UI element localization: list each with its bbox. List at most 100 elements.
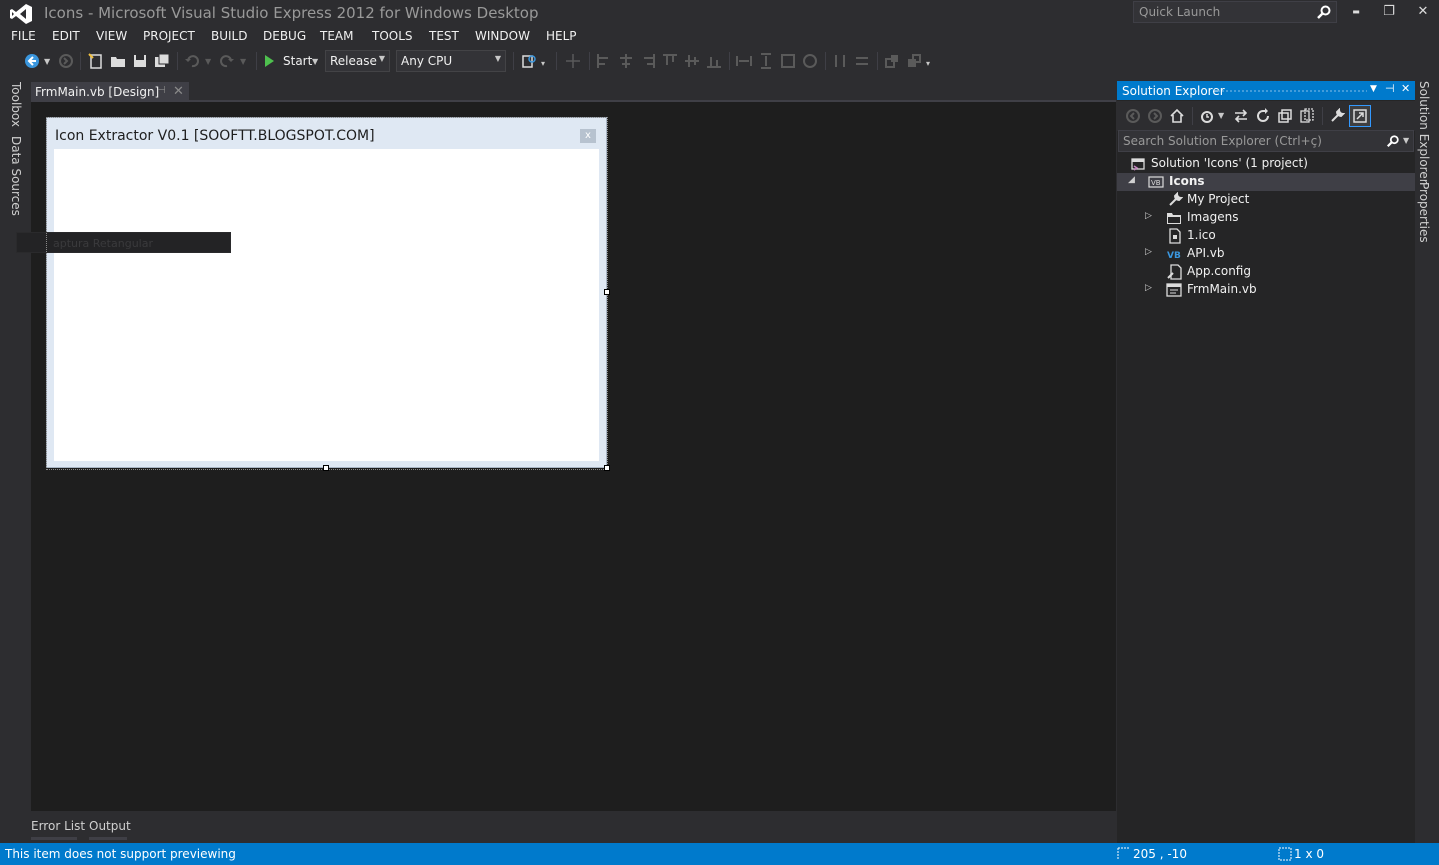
show-all-files-icon[interactable] bbox=[1299, 108, 1315, 124]
collapsed-arrow-icon[interactable]: ▷ bbox=[1145, 211, 1152, 221]
sync-with-document-icon[interactable] bbox=[1233, 108, 1249, 124]
tab-underline bbox=[31, 837, 77, 840]
search-options-dropdown-icon[interactable]: ▼ bbox=[1403, 136, 1409, 145]
form-client-area[interactable] bbox=[54, 149, 599, 461]
resize-handle-bottom-right[interactable] bbox=[604, 465, 610, 471]
align-bottoms-icon[interactable] bbox=[706, 53, 722, 69]
make-same-height-icon[interactable] bbox=[758, 53, 774, 69]
close-button[interactable]: ✕ bbox=[1409, 2, 1437, 22]
save-icon[interactable] bbox=[132, 53, 148, 69]
menu-view[interactable]: VIEW bbox=[96, 29, 127, 43]
form-designer-surface[interactable]: Icon Extractor V0.1 [SOOFTT.BLOGSPOT.COM… bbox=[31, 102, 1116, 811]
open-file-icon[interactable] bbox=[110, 53, 126, 69]
form-title: Icon Extractor V0.1 [SOOFTT.BLOGSPOT.COM… bbox=[55, 128, 375, 144]
tree-item-api-vb[interactable]: ▷ VB API.vb bbox=[1117, 245, 1415, 263]
position-icon bbox=[1117, 847, 1130, 860]
filter-dropdown-icon[interactable]: ▼ bbox=[1218, 111, 1234, 127]
properties-wrench-icon[interactable] bbox=[1329, 108, 1345, 124]
horizontal-spacing-icon[interactable] bbox=[832, 53, 848, 69]
search-icon[interactable] bbox=[1386, 134, 1400, 148]
tree-item-app-config[interactable]: App.config bbox=[1117, 263, 1415, 281]
tab-frmmain-design[interactable]: FrmMain.vb [Design] ⊣ ✕ bbox=[31, 82, 189, 100]
collapse-all-icon[interactable] bbox=[1277, 108, 1293, 124]
tree-item-solution[interactable]: Solution 'Icons' (1 project) bbox=[1117, 155, 1415, 173]
tree-item-1-ico[interactable]: 1.ico bbox=[1117, 227, 1415, 245]
auto-hide-pin-icon[interactable]: ⊣ bbox=[1385, 82, 1395, 95]
make-same-width-icon[interactable] bbox=[736, 53, 752, 69]
menu-tools[interactable]: TOOLS bbox=[372, 29, 413, 43]
new-project-icon[interactable] bbox=[88, 53, 104, 69]
undo-icon[interactable] bbox=[184, 53, 200, 69]
align-tops-icon[interactable] bbox=[662, 53, 678, 69]
designed-form[interactable]: Icon Extractor V0.1 [SOOFTT.BLOGSPOT.COM… bbox=[46, 117, 607, 468]
panel-grip[interactable] bbox=[1217, 89, 1367, 93]
navigate-forward-icon[interactable] bbox=[58, 53, 74, 69]
tree-item-project-icons[interactable]: ◢ VB Icons bbox=[1117, 173, 1415, 191]
toolbox-tab[interactable]: Toolbox bbox=[9, 82, 23, 127]
menu-test[interactable]: TEST bbox=[429, 29, 459, 43]
start-button[interactable]: Start bbox=[283, 54, 312, 68]
save-all-icon[interactable] bbox=[154, 53, 170, 69]
tab-error-list[interactable]: Error List bbox=[31, 819, 85, 833]
form-close-button[interactable]: x bbox=[580, 129, 596, 143]
tree-item-frmmain-vb[interactable]: ▷ FrmMain.vb bbox=[1117, 281, 1415, 299]
start-play-icon[interactable] bbox=[263, 52, 275, 70]
close-icon[interactable]: ✕ bbox=[173, 84, 184, 99]
tree-item-imagens[interactable]: ▷ Imagens bbox=[1117, 209, 1415, 227]
pending-changes-filter-icon[interactable] bbox=[1199, 108, 1215, 124]
home-icon[interactable] bbox=[1169, 108, 1185, 124]
minimize-button[interactable]: ▬ bbox=[1342, 2, 1370, 22]
resize-handle-right[interactable] bbox=[604, 289, 610, 295]
tab-output[interactable]: Output bbox=[89, 819, 131, 833]
navigate-back-icon[interactable] bbox=[24, 53, 40, 69]
properties-side-tab[interactable]: Properties bbox=[1417, 182, 1431, 243]
menu-team[interactable]: TEAM bbox=[320, 29, 353, 43]
find-in-files-icon[interactable] bbox=[521, 53, 537, 69]
forward-icon[interactable] bbox=[1147, 108, 1163, 124]
layout-toolbar-overflow-icon[interactable]: ▾ bbox=[926, 59, 942, 75]
collapsed-arrow-icon[interactable]: ▷ bbox=[1145, 283, 1152, 293]
menu-file[interactable]: FILE bbox=[11, 29, 36, 43]
tree-item-label: API.vb bbox=[1187, 246, 1225, 260]
collapsed-arrow-icon[interactable]: ▷ bbox=[1145, 247, 1152, 257]
toolbar-overflow-icon[interactable]: ▾ bbox=[541, 59, 557, 75]
menu-window[interactable]: WINDOW bbox=[475, 29, 530, 43]
menu-project[interactable]: PROJECT bbox=[143, 29, 195, 43]
vertical-spacing-icon[interactable] bbox=[854, 53, 870, 69]
menu-edit[interactable]: EDIT bbox=[52, 29, 80, 43]
panel-menu-icon[interactable]: ▼ bbox=[1370, 84, 1377, 94]
bring-to-front-icon[interactable] bbox=[884, 53, 900, 69]
send-to-back-icon[interactable] bbox=[906, 53, 922, 69]
align-centers-icon[interactable] bbox=[618, 53, 634, 69]
align-middles-icon[interactable] bbox=[684, 53, 700, 69]
expanded-arrow-icon[interactable]: ◢ bbox=[1128, 175, 1135, 185]
quick-launch-input[interactable]: Quick Launch bbox=[1133, 1, 1337, 23]
refresh-icon[interactable] bbox=[1255, 108, 1271, 124]
make-same-size-icon[interactable] bbox=[780, 53, 796, 69]
redo-dropdown-icon[interactable]: ▼ bbox=[240, 57, 256, 73]
data-sources-tab[interactable]: Data Sources bbox=[9, 136, 23, 216]
panel-close-icon[interactable]: ✕ bbox=[1401, 82, 1410, 95]
pin-icon[interactable]: ⊣ bbox=[157, 85, 166, 96]
menu-build[interactable]: BUILD bbox=[211, 29, 247, 43]
align-to-grid-icon[interactable] bbox=[565, 53, 581, 69]
solution-explorer-side-tab[interactable]: Solution Explorer bbox=[1417, 81, 1431, 184]
align-lefts-icon[interactable] bbox=[596, 53, 612, 69]
context-menu-item-ghost: aptura Retangular bbox=[16, 232, 231, 253]
back-icon[interactable] bbox=[1125, 108, 1141, 124]
left-tool-strip: Toolbox Data Sources bbox=[0, 78, 30, 843]
platform-select[interactable]: Any CPU ▼ bbox=[396, 50, 506, 72]
restore-button[interactable]: ❐ bbox=[1375, 2, 1403, 22]
configuration-select[interactable]: Release ▼ bbox=[325, 50, 390, 72]
size-to-grid-icon[interactable] bbox=[802, 53, 818, 69]
solution-explorer-search-input[interactable]: Search Solution Explorer (Ctrl+ç) ▼ bbox=[1118, 130, 1414, 152]
redo-icon[interactable] bbox=[219, 53, 235, 69]
resize-handle-bottom[interactable] bbox=[323, 465, 329, 471]
menu-help[interactable]: HELP bbox=[546, 29, 577, 43]
align-rights-icon[interactable] bbox=[640, 53, 656, 69]
menu-debug[interactable]: DEBUG bbox=[263, 29, 306, 43]
preview-selected-items-button[interactable] bbox=[1349, 105, 1371, 127]
status-size: 1 x 0 bbox=[1294, 847, 1324, 861]
search-icon[interactable] bbox=[1316, 4, 1332, 20]
tree-item-my-project[interactable]: My Project bbox=[1117, 191, 1415, 209]
